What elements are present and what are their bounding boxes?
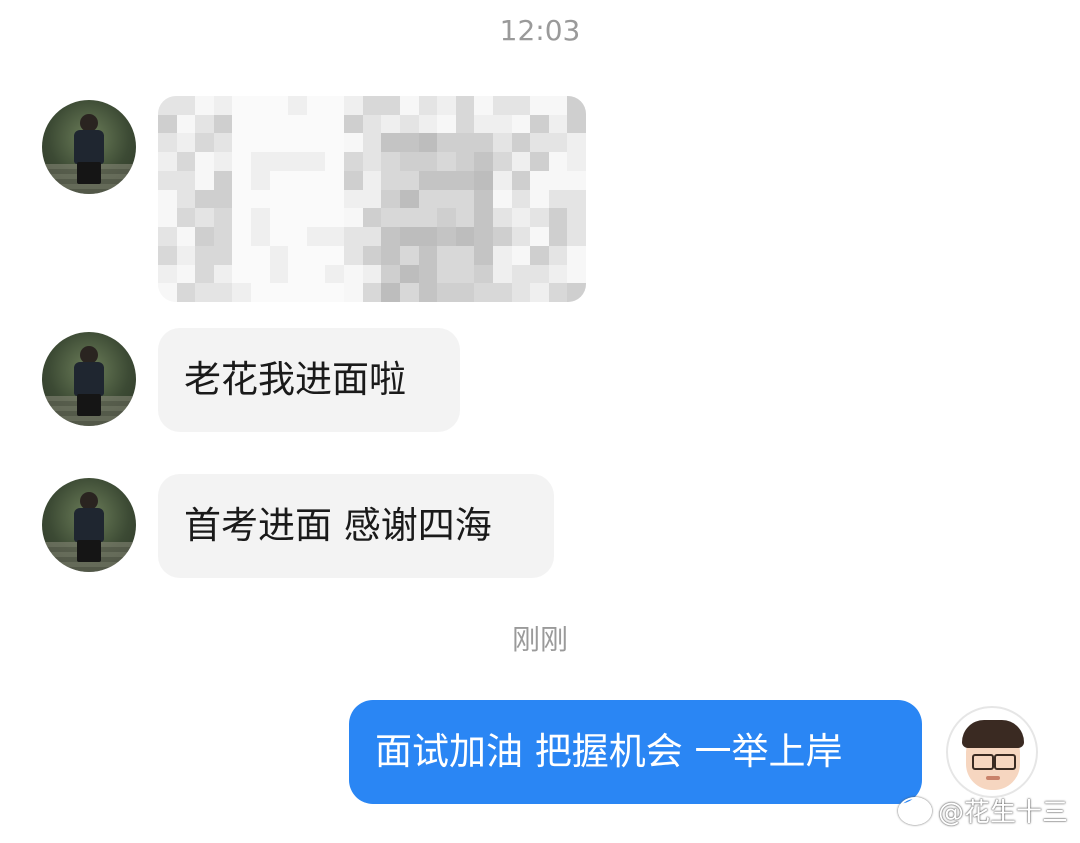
avatar-figure-legs bbox=[77, 540, 101, 562]
self-avatar[interactable] bbox=[946, 706, 1038, 798]
weibo-icon bbox=[897, 796, 932, 825]
avatar-mouth bbox=[986, 776, 1000, 780]
avatar-figure-legs bbox=[77, 162, 101, 184]
contact-avatar[interactable] bbox=[42, 478, 136, 572]
avatar-hair bbox=[962, 720, 1024, 748]
watermark-text: @花生十三 bbox=[937, 798, 1068, 828]
contact-avatar[interactable] bbox=[42, 332, 136, 426]
chat-timestamp: 12:03 bbox=[499, 14, 581, 47]
chat-timestamp: 刚刚 bbox=[511, 623, 568, 656]
incoming-message[interactable]: 首考进面 感谢四海 bbox=[158, 474, 554, 578]
image-message[interactable] bbox=[158, 96, 586, 302]
outgoing-message[interactable]: 面试加油 把握机会 一举上岸 bbox=[349, 700, 922, 804]
incoming-message[interactable]: 老花我进面啦 bbox=[158, 328, 460, 432]
avatar-glasses-left bbox=[972, 754, 994, 770]
avatar-glasses-right bbox=[994, 754, 1016, 770]
watermark: @花生十三 bbox=[897, 792, 1068, 829]
contact-avatar[interactable] bbox=[42, 100, 136, 194]
blurred-image bbox=[158, 96, 586, 302]
avatar-figure-body bbox=[74, 508, 104, 542]
avatar-figure-legs bbox=[77, 394, 101, 416]
avatar-figure-body bbox=[74, 130, 104, 164]
avatar-figure-body bbox=[74, 362, 104, 396]
